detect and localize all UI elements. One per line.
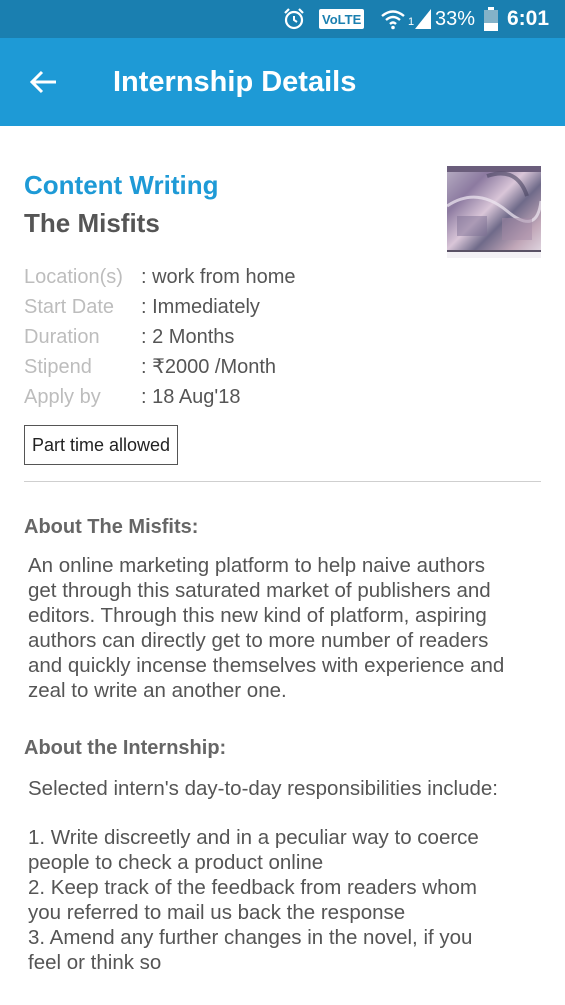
text-line: you referred to mail us back the respons… <box>28 901 406 924</box>
detail-row-start-date: Start Date : Immediately <box>24 292 544 322</box>
detail-label: Duration <box>24 326 100 348</box>
about-company-text: An online marketing platform to help nai… <box>28 553 548 703</box>
status-bar: VoLTE 1 33% 6:01 <box>0 0 565 38</box>
back-arrow-icon <box>29 70 56 94</box>
part-time-tag: Part time allowed <box>24 425 179 465</box>
text-line: and quickly incense themselves with expe… <box>28 654 505 677</box>
detail-row-stipend: Stipend : ₹2000 /Month <box>24 352 544 382</box>
text-line: editors. Through this new kind of platfo… <box>28 604 487 627</box>
page-title: Internship Details <box>113 66 357 98</box>
text-line: 3. Amend any further changes in the nove… <box>28 926 473 949</box>
detail-value: : 2 Months <box>141 326 235 348</box>
details-list: Location(s) : work from home Start Date … <box>24 262 544 412</box>
volte-badge: VoLTE <box>319 9 365 29</box>
detail-label: Start Date <box>24 296 115 318</box>
detail-label: Location(s) <box>24 266 123 288</box>
app-bar: Internship Details <box>0 38 565 126</box>
detail-value: : 18 Aug'18 <box>141 386 241 408</box>
text-line: people to check a product online <box>28 851 324 874</box>
text-line: 2. Keep track of the feedback from reade… <box>28 876 477 899</box>
text-line: An online marketing platform to help nai… <box>28 554 485 577</box>
signal-icon: 1 <box>408 0 432 38</box>
logo-art <box>447 171 541 240</box>
clock-time: 6:01 <box>507 7 550 30</box>
list-item: 3. Amend any further changes in the nove… <box>28 925 548 975</box>
detail-value: : ₹2000 /Month <box>141 356 277 378</box>
company-name[interactable]: The Misfits <box>24 208 160 239</box>
detail-label: Apply by <box>24 386 101 408</box>
divider <box>24 481 541 482</box>
detail-row-apply-by: Apply by : 18 Aug'18 <box>24 382 544 412</box>
about-internship-heading: About the Internship: <box>24 737 227 759</box>
alarm-icon <box>282 0 306 38</box>
text-line: authors can directly get to more number … <box>28 629 489 652</box>
text-line: get through this saturated market of pub… <box>28 579 491 602</box>
battery-percent: 33% <box>435 7 476 30</box>
company-logo <box>447 166 541 258</box>
signal-label: 1 <box>408 16 415 28</box>
list-item: 2. Keep track of the feedback from reade… <box>28 875 548 925</box>
detail-row-location: Location(s) : work from home <box>24 262 544 292</box>
wifi-icon <box>380 0 406 38</box>
detail-value: : Immediately <box>141 296 260 318</box>
internship-intro: Selected intern's day-to-day responsibil… <box>28 777 498 800</box>
text-line: zeal to write an another one. <box>28 679 287 702</box>
internship-title: Content Writing <box>24 170 219 200</box>
detail-label: Stipend <box>24 356 92 378</box>
text-line: feel or think so <box>28 951 162 974</box>
responsibilities-list: 1. Write discreetly and in a peculiar wa… <box>28 825 548 975</box>
back-button[interactable] <box>26 64 62 100</box>
about-company-heading: About The Misfits: <box>24 516 199 538</box>
logo-band <box>447 250 541 258</box>
text-line: 1. Write discreetly and in a peculiar wa… <box>28 826 479 849</box>
list-item: 1. Write discreetly and in a peculiar wa… <box>28 825 548 875</box>
battery-icon <box>484 0 498 38</box>
detail-row-duration: Duration : 2 Months <box>24 322 544 352</box>
detail-value: : work from home <box>141 266 296 288</box>
